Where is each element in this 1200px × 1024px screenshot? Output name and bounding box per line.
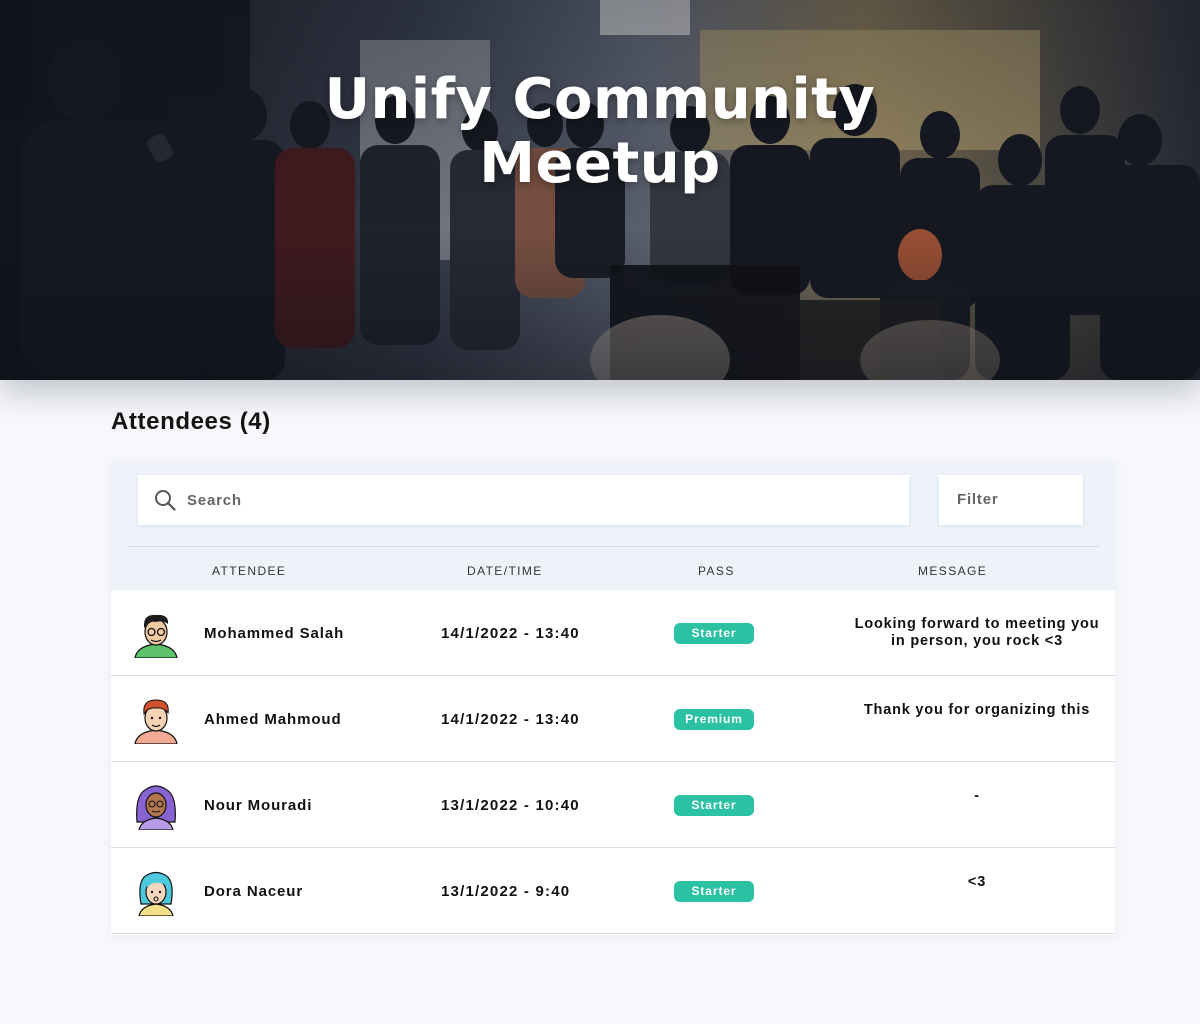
table-row[interactable]: Ahmed Mahmoud 14/1/2022 - 13:40 Premium …	[111, 676, 1115, 762]
column-header-attendee: ATTENDEE	[212, 564, 287, 578]
avatar	[138, 871, 174, 916]
avatar	[136, 785, 176, 830]
attendees-card: Filter ATTENDEE DATE/TIME PASS MESSAGE M…	[111, 462, 1115, 935]
attendee-message: <3	[967, 874, 987, 890]
attendee-message: Looking forward to meeting you in person…	[854, 616, 1100, 649]
search-icon	[155, 490, 176, 511]
table-row[interactable]: Nour Mouradi 13/1/2022 - 10:40 Starter -	[111, 762, 1115, 848]
toolbar-divider	[127, 546, 1099, 547]
pass-badge: Premium	[674, 709, 754, 730]
attendee-message: Thank you for organizing this	[863, 702, 1091, 718]
filter-dropdown[interactable]: Filter	[939, 475, 1083, 525]
column-header-pass: PASS	[698, 564, 735, 578]
column-header-datetime: DATE/TIME	[467, 564, 543, 578]
attendee-message: -	[974, 788, 980, 804]
attendee-name: Ahmed Mahmoud	[204, 711, 342, 728]
attendee-datetime: 14/1/2022 - 13:40	[441, 711, 580, 728]
attendees-table-body: Mohammed Salah 14/1/2022 - 13:40 Starter…	[111, 590, 1115, 934]
table-row[interactable]: Mohammed Salah 14/1/2022 - 13:40 Starter…	[111, 590, 1115, 676]
pass-badge: Starter	[674, 795, 754, 816]
attendees-heading: Attendees (4)	[111, 408, 271, 435]
column-header-message: MESSAGE	[918, 564, 988, 578]
event-title: Unify Community Meetup	[0, 68, 1200, 196]
event-title-line-1: Unify Community	[324, 67, 876, 132]
pass-badge: Starter	[674, 623, 754, 644]
attendee-name: Nour Mouradi	[204, 797, 313, 814]
search-box[interactable]	[138, 475, 909, 525]
search-input[interactable]	[187, 475, 887, 525]
event-title-line-2: Meetup	[479, 131, 721, 196]
avatar	[134, 614, 178, 658]
attendee-datetime: 14/1/2022 - 13:40	[441, 625, 580, 642]
attendee-name: Mohammed Salah	[204, 625, 345, 642]
avatar	[134, 699, 178, 744]
hero-banner: Unify Community Meetup	[0, 0, 1200, 380]
attendee-name: Dora Naceur	[204, 883, 304, 900]
table-toolbar: Filter ATTENDEE DATE/TIME PASS MESSAGE	[111, 462, 1115, 590]
pass-badge: Starter	[674, 881, 754, 902]
attendee-datetime: 13/1/2022 - 10:40	[441, 797, 580, 814]
attendee-datetime: 13/1/2022 - 9:40	[441, 883, 571, 900]
table-row[interactable]: Dora Naceur 13/1/2022 - 9:40 Starter <3	[111, 848, 1115, 934]
